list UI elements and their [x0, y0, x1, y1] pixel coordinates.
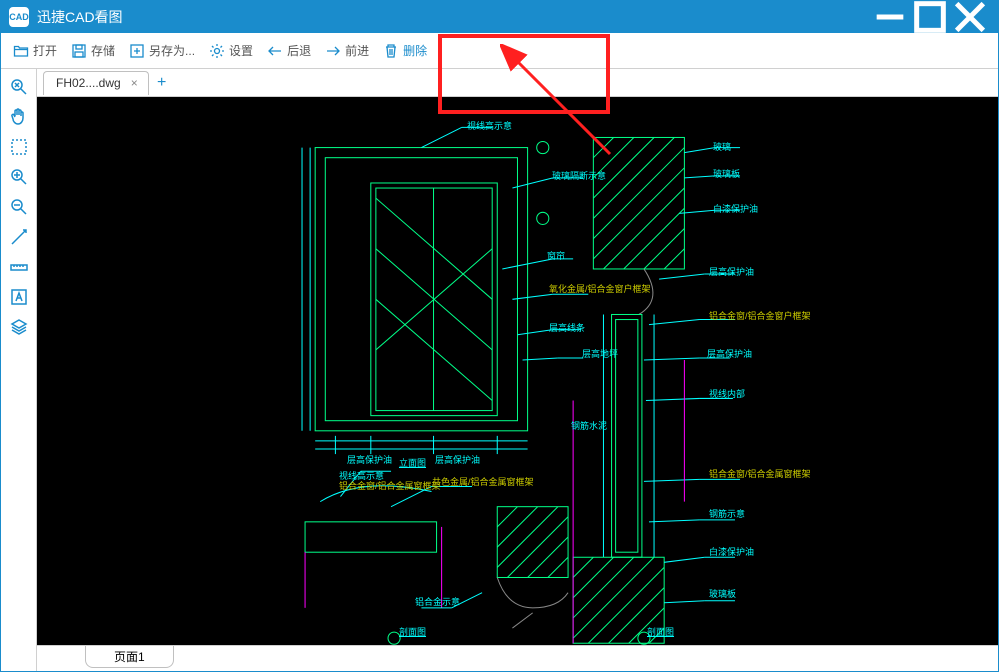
- document-tab[interactable]: FH02....dwg ×: [43, 71, 149, 95]
- annotation-label: 玻璃板: [713, 167, 740, 180]
- layout-tabs: 页面1: [37, 645, 998, 671]
- select-window-button[interactable]: [5, 133, 33, 161]
- saveas-button[interactable]: 另存为...: [123, 37, 201, 65]
- save-button[interactable]: 存储: [65, 37, 121, 65]
- annotation-label: 铝合金示意: [415, 595, 460, 608]
- annotation-label: 铝合金窗/铝合金属窗框架: [709, 467, 811, 480]
- open-label: 打开: [33, 42, 57, 59]
- tool-sidebar: [1, 69, 37, 671]
- annotation-label: 剖面图: [399, 625, 426, 638]
- zoom-extents-button[interactable]: [5, 73, 33, 101]
- annotation-label: 共色金属/铝合金属窗框架: [432, 475, 534, 488]
- maximize-icon: [910, 0, 950, 37]
- undo-button[interactable]: 后退: [261, 37, 317, 65]
- redo-label: 前进: [345, 42, 369, 59]
- draw-line-button[interactable]: [5, 223, 33, 251]
- tab-add-button[interactable]: +: [151, 72, 173, 94]
- annotation-label: 氧化金属/铝合金窗户框架: [549, 282, 651, 295]
- text-button[interactable]: [5, 283, 33, 311]
- pan-button[interactable]: [5, 103, 33, 131]
- annotation-label: 层高保护油: [709, 265, 754, 278]
- undo-icon: [267, 43, 283, 59]
- cad-drawing: [37, 97, 998, 645]
- delete-label: 删除: [403, 42, 427, 59]
- annotation-label: 剖面图: [647, 625, 674, 638]
- gear-icon: [209, 43, 225, 59]
- annotation-label: 钢筋水泥: [571, 419, 607, 432]
- main-area: FH02....dwg × +: [37, 69, 998, 671]
- annotation-label: 玻璃板: [709, 587, 736, 600]
- maximize-button[interactable]: [910, 1, 950, 33]
- measure-button[interactable]: [5, 253, 33, 281]
- annotation-label: 钢筋示意: [709, 507, 745, 520]
- close-button[interactable]: [950, 1, 990, 33]
- saveas-icon: [129, 43, 145, 59]
- document-tabs: FH02....dwg × +: [37, 69, 998, 97]
- open-button[interactable]: 打开: [7, 37, 63, 65]
- undo-label: 后退: [287, 42, 311, 59]
- zoom-in-button[interactable]: [5, 163, 33, 191]
- annotation-label: 层高保护油: [435, 453, 480, 466]
- settings-button[interactable]: 设置: [203, 37, 259, 65]
- folder-open-icon: [13, 43, 29, 59]
- annotation-label: 玻璃: [713, 140, 731, 153]
- app-logo-icon: CAD: [9, 7, 29, 27]
- trash-icon: [383, 43, 399, 59]
- minimize-button[interactable]: [870, 1, 910, 33]
- settings-label: 设置: [229, 42, 253, 59]
- delete-button[interactable]: 删除: [377, 37, 433, 65]
- annotation-label: 窗帘: [547, 249, 565, 262]
- annotation-label: 玻璃隔断示意: [552, 169, 606, 182]
- tab-close-button[interactable]: ×: [129, 76, 140, 90]
- annotation-label: 白漆保护油: [713, 202, 758, 215]
- content-area: FH02....dwg × +: [1, 69, 998, 671]
- app-title: 迅捷CAD看图: [37, 7, 870, 27]
- annotation-label: 层高保护油: [707, 347, 752, 360]
- layout-tab-label: 页面1: [114, 648, 145, 665]
- annotation-label: 立面图: [399, 456, 426, 469]
- tab-label: FH02....dwg: [56, 76, 121, 90]
- zoom-out-button[interactable]: [5, 193, 33, 221]
- annotation-label: 层高线条: [549, 321, 585, 334]
- annotation-label: 铝合金窗/铝合金属窗框架: [339, 479, 441, 492]
- annotation-label: 视线内部: [709, 387, 745, 400]
- annotation-label: 层高保护油: [347, 453, 392, 466]
- annotation-label: 层高地坪: [582, 347, 618, 360]
- layer-button[interactable]: [5, 313, 33, 341]
- annotation-label: 白漆保护油: [709, 545, 754, 558]
- minimize-icon: [870, 0, 910, 37]
- save-label: 存储: [91, 42, 115, 59]
- saveas-label: 另存为...: [149, 42, 195, 59]
- layout-tab[interactable]: 页面1: [85, 646, 174, 668]
- redo-icon: [325, 43, 341, 59]
- annotation-label: 视线高示意: [467, 119, 512, 132]
- toolbar: 打开 存储 另存为... 设置 后退 前进 删除: [1, 33, 998, 69]
- redo-button[interactable]: 前进: [319, 37, 375, 65]
- annotation-label: 铝合金窗/铝合金窗户框架: [709, 309, 811, 322]
- close-icon: [950, 0, 990, 37]
- save-icon: [71, 43, 87, 59]
- titlebar: CAD 迅捷CAD看图: [1, 1, 998, 33]
- cad-canvas[interactable]: 视线高示意 玻璃隔断示意 窗帘 氧化金属/铝合金窗户框架 层高线条 层高地坪 层…: [37, 97, 998, 645]
